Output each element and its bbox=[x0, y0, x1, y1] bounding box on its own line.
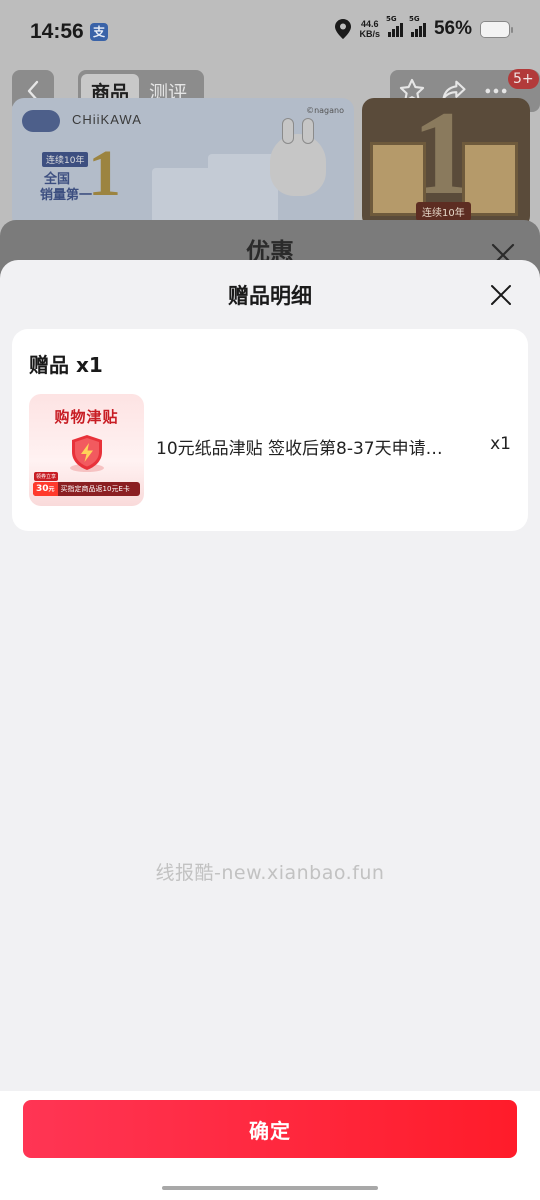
gift-details-sheet: 赠品明细 赠品 x1 购物津贴 领券立享 30元 买指定商品返10元E卡 10元… bbox=[0, 260, 540, 1200]
thumbnail-tip: 领券立享 bbox=[34, 472, 59, 481]
signal-sim1-icon: 5G bbox=[386, 15, 403, 37]
watermark-text: 线报酷-new.xianbao.fun bbox=[155, 862, 385, 884]
gift-item[interactable]: 购物津贴 领券立享 30元 买指定商品返10元E卡 10元纸品津贴 签收后第8-… bbox=[29, 394, 511, 506]
lightning-shield-icon bbox=[70, 435, 104, 472]
battery-icon bbox=[480, 20, 513, 38]
close-icon bbox=[491, 285, 511, 305]
battery-percent: 56% bbox=[433, 18, 472, 39]
status-bar: 14:56 支 44.6 KB/s 5G 5G 56% bbox=[0, 0, 540, 64]
signal-sim2-icon: 5G bbox=[409, 15, 426, 37]
close-button[interactable] bbox=[486, 280, 516, 310]
rank-numeral: 1 bbox=[88, 137, 121, 210]
alipay-notification-icon: 支 bbox=[90, 23, 108, 41]
award-image[interactable]: 1 连续10年 bbox=[362, 98, 530, 228]
award-tag: 连续10年 bbox=[416, 202, 471, 221]
thumbnail-offer-bar: 30元 买指定商品返10元E卡 bbox=[33, 482, 140, 496]
thumbnail-offer-text: 买指定商品返10元E卡 bbox=[60, 485, 130, 493]
bottom-action-bar: 确定 bbox=[0, 1091, 540, 1200]
mascot-illustration bbox=[270, 118, 326, 196]
gift-quantity: x1 bbox=[490, 434, 511, 454]
gift-name: 10元纸品津贴 签收后第8-37天申请使用 bbox=[156, 439, 456, 459]
thumbnail-title: 购物津贴 bbox=[54, 408, 119, 426]
sim1-label: 5G bbox=[385, 15, 397, 23]
banner-brand-name: CHiiKAWA bbox=[72, 112, 142, 127]
sim2-label: 5G bbox=[408, 15, 420, 23]
thumbnail-amount: 30元 bbox=[33, 482, 58, 496]
gift-card: 赠品 x1 购物津贴 领券立享 30元 买指定商品返10元E卡 10元纸品津贴 … bbox=[12, 329, 528, 531]
network-speed: 44.6 KB/s bbox=[359, 19, 380, 39]
location-icon bbox=[335, 19, 352, 39]
confirm-button[interactable]: 确定 bbox=[23, 1100, 517, 1158]
status-time: 14:56 bbox=[30, 20, 84, 43]
gift-thumbnail: 购物津贴 领券立享 30元 买指定商品返10元E卡 bbox=[29, 394, 144, 506]
cart-count-badge: 5+ bbox=[508, 69, 539, 89]
network-speed-unit: KB/s bbox=[359, 29, 380, 39]
rank-line-3: 销量第一 bbox=[40, 188, 93, 203]
background-page: 14:56 支 44.6 KB/s 5G 5G 56% 商品 测评 5+ CHi… bbox=[0, 0, 540, 300]
product-banner-image[interactable]: CHiiKAWA ©nagano 连续10年 全国 销量第一 1 bbox=[12, 98, 354, 228]
status-indicators: 44.6 KB/s 5G 5G 56% bbox=[335, 15, 513, 40]
sheet-title: 赠品明细 bbox=[228, 284, 312, 308]
product-box bbox=[208, 154, 278, 228]
brand-logo bbox=[22, 110, 60, 132]
home-indicator[interactable] bbox=[162, 1186, 378, 1190]
gift-heading: 赠品 x1 bbox=[29, 353, 103, 377]
rank-line-1: 连续10年 bbox=[42, 152, 89, 167]
rank-seal: 连续10年 全国 销量第一 1 bbox=[26, 137, 122, 216]
network-speed-value: 44.6 bbox=[360, 19, 379, 29]
banner-copyright: ©nagano bbox=[306, 106, 344, 115]
